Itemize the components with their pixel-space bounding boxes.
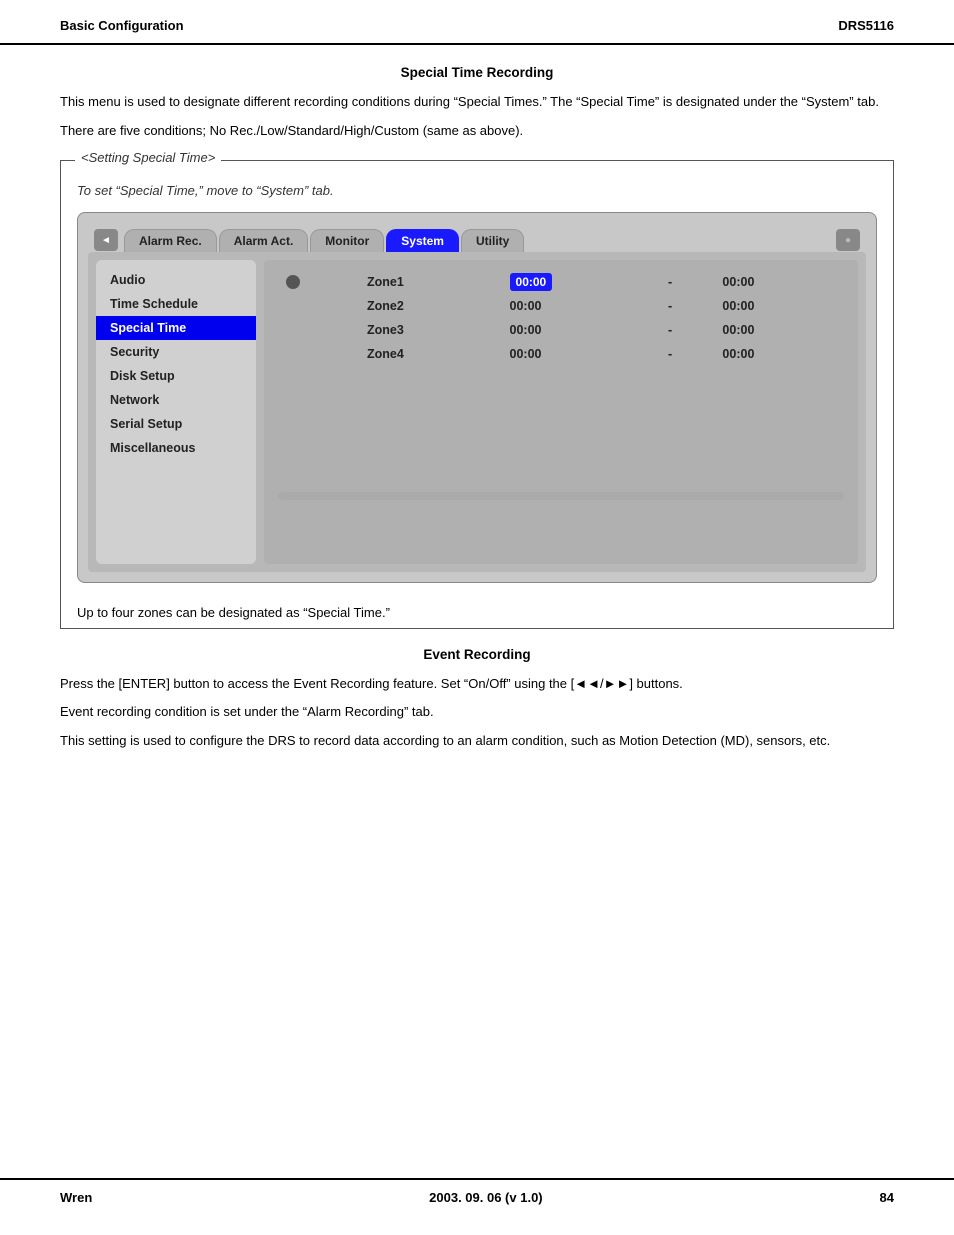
setting-note: To set “Special Time,” move to “System” …	[77, 183, 877, 198]
zone3-end: 00:00	[714, 318, 844, 342]
zone2-start: 00:00	[502, 294, 660, 318]
main-content: Special Time Recording This menu is used…	[0, 65, 954, 752]
menu-item-audio[interactable]: Audio	[96, 268, 256, 292]
tab-right-button[interactable]	[836, 229, 860, 251]
event-recording-para3: This setting is used to configure the DR…	[60, 731, 894, 752]
zone3-dash: -	[660, 318, 714, 342]
menu-item-special-time[interactable]: Special Time	[96, 316, 256, 340]
zone3-start: 00:00	[502, 318, 660, 342]
menu-item-disk-setup[interactable]: Disk Setup	[96, 364, 256, 388]
event-recording-title: Event Recording	[60, 647, 894, 662]
zone4-name: Zone4	[359, 342, 502, 366]
zone1-name: Zone1	[359, 270, 502, 295]
setting-box-footer: Up to four zones can be designated as “S…	[61, 597, 893, 628]
menu-item-security[interactable]: Security	[96, 340, 256, 364]
footer-center: 2003. 09. 06 (v 1.0)	[429, 1190, 542, 1205]
event-recording-para1: Press the [ENTER] button to access the E…	[60, 674, 894, 695]
footer-right: 84	[880, 1190, 894, 1205]
setting-box-title: <Setting Special Time>	[75, 150, 221, 165]
special-time-para1: This menu is used to designate different…	[60, 92, 894, 113]
dvr-zone-content: Zone1 00:00 - 00:00 Zone2 00:00 -	[264, 260, 858, 564]
footer-left: Wren	[60, 1190, 92, 1205]
zone2-end: 00:00	[714, 294, 844, 318]
header-left: Basic Configuration	[60, 18, 184, 33]
event-recording-para2: Event recording condition is set under t…	[60, 702, 894, 723]
tab-alarm-act[interactable]: Alarm Act.	[219, 229, 309, 252]
special-time-title: Special Time Recording	[60, 65, 894, 80]
zone1-dot	[286, 275, 300, 289]
zone-row-2: Zone2 00:00 - 00:00	[278, 294, 844, 318]
menu-item-serial-setup[interactable]: Serial Setup	[96, 412, 256, 436]
tab-system[interactable]: System	[386, 229, 459, 252]
footer-note: Up to four zones can be designated as “S…	[77, 605, 390, 620]
zone-row-1: Zone1 00:00 - 00:00	[278, 270, 844, 295]
zone4-dash: -	[660, 342, 714, 366]
dvr-ui: Alarm Rec. Alarm Act. Monitor System Uti…	[77, 212, 877, 583]
zone1-start[interactable]: 00:00	[510, 273, 553, 291]
page-header: Basic Configuration DRS5116	[0, 0, 954, 45]
zone2-name: Zone2	[359, 294, 502, 318]
tab-monitor[interactable]: Monitor	[310, 229, 384, 252]
zone1-dash: -	[660, 270, 714, 295]
zone1-end: 00:00	[714, 270, 844, 295]
setting-box: <Setting Special Time> To set “Special T…	[60, 160, 894, 629]
tab-bar: Alarm Rec. Alarm Act. Monitor System Uti…	[88, 223, 866, 252]
tab-alarm-rec[interactable]: Alarm Rec.	[124, 229, 217, 252]
menu-item-miscellaneous[interactable]: Miscellaneous	[96, 436, 256, 460]
zone-row-4: Zone4 00:00 - 00:00	[278, 342, 844, 366]
dvr-panel: Audio Time Schedule Special Time Securit…	[88, 252, 866, 572]
menu-item-time-schedule[interactable]: Time Schedule	[96, 292, 256, 316]
zone4-end: 00:00	[714, 342, 844, 366]
tab-back-button[interactable]	[94, 229, 118, 251]
zone4-start: 00:00	[502, 342, 660, 366]
header-right: DRS5116	[838, 18, 894, 33]
page-footer: Wren 2003. 09. 06 (v 1.0) 84	[0, 1178, 954, 1215]
zone3-name: Zone3	[359, 318, 502, 342]
zone-table: Zone1 00:00 - 00:00 Zone2 00:00 -	[278, 270, 844, 367]
special-time-para2: There are five conditions; No Rec./Low/S…	[60, 121, 894, 142]
zone-row-3: Zone3 00:00 - 00:00	[278, 318, 844, 342]
dvr-menu: Audio Time Schedule Special Time Securit…	[96, 260, 256, 564]
zone2-dash: -	[660, 294, 714, 318]
menu-item-network[interactable]: Network	[96, 388, 256, 412]
tab-utility[interactable]: Utility	[461, 229, 524, 252]
setting-box-inner: To set “Special Time,” move to “System” …	[61, 161, 893, 597]
